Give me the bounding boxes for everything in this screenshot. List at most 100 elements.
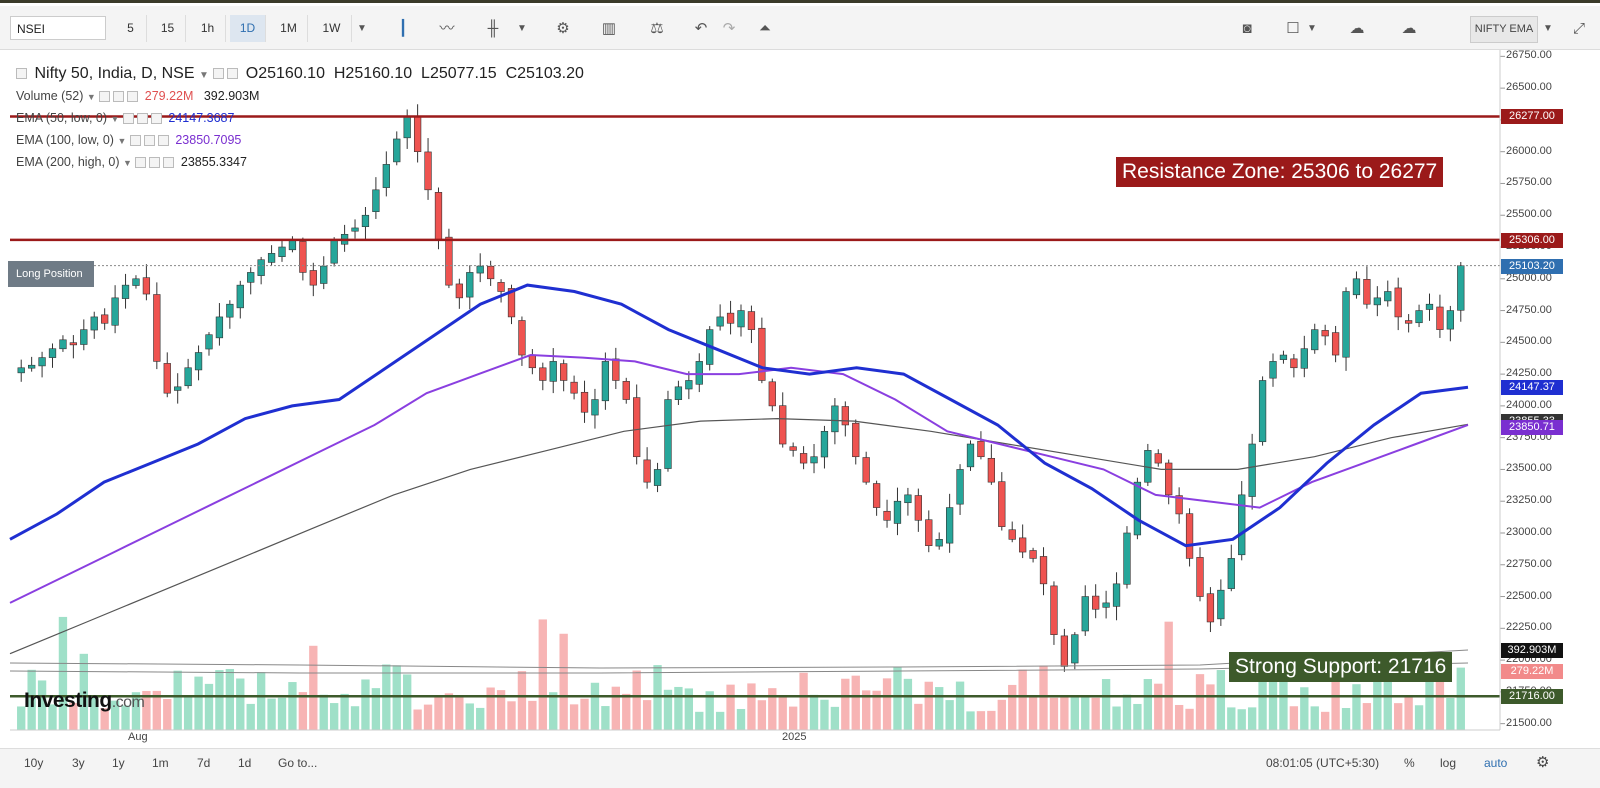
- volume-value-a: 279.22M: [144, 89, 194, 103]
- candle: [1092, 595, 1100, 610]
- ema200-settings-icon[interactable]: [149, 157, 161, 169]
- goto-button[interactable]: Go to...: [278, 753, 317, 773]
- price-axis-tick: 24750.00: [1506, 303, 1552, 316]
- ema50-settings-icon[interactable]: [136, 113, 148, 125]
- candle: [1039, 556, 1048, 585]
- volume-bar: [403, 674, 412, 730]
- ema50-eye-icon[interactable]: [122, 113, 134, 125]
- volume-bar: [580, 698, 589, 730]
- percent-toggle[interactable]: %: [1404, 753, 1415, 773]
- candle: [925, 519, 933, 547]
- ema100-eye-icon[interactable]: [129, 135, 141, 147]
- volume-bar: [1394, 703, 1403, 730]
- candle: [330, 240, 338, 264]
- candle: [28, 364, 36, 369]
- volume-bar: [642, 700, 652, 730]
- ema50-remove-icon[interactable]: [150, 113, 162, 125]
- candle: [820, 431, 829, 458]
- candle: [163, 363, 171, 394]
- volume-bar: [674, 686, 683, 730]
- long-position-marker[interactable]: Long Position: [8, 261, 94, 287]
- candle: [299, 241, 307, 273]
- legend: Nifty 50, India, D, NSE ▼ O25160.10 H251…: [16, 63, 584, 173]
- candle: [497, 282, 505, 292]
- candle: [257, 259, 265, 276]
- candle: [1457, 265, 1465, 311]
- ema100-remove-icon[interactable]: [157, 135, 169, 147]
- volume-bar: [1185, 708, 1194, 730]
- price-axis-tick: 23500.00: [1506, 462, 1552, 475]
- range-1m[interactable]: 1m: [152, 753, 169, 773]
- ema200-dropdown-icon[interactable]: ▼: [123, 158, 132, 168]
- range-1d[interactable]: 1d: [238, 753, 251, 773]
- volume-bar: [736, 708, 746, 730]
- volume-bar: [277, 697, 287, 730]
- volume-settings-icon[interactable]: [113, 91, 125, 103]
- volume-bar: [768, 688, 777, 730]
- candle: [560, 363, 568, 381]
- range-1y[interactable]: 1y: [112, 753, 125, 773]
- volume-bar: [715, 711, 725, 730]
- ema200-remove-icon[interactable]: [163, 157, 175, 169]
- volume-bar: [997, 699, 1006, 730]
- legend-ema200-row: EMA (200, high, 0) ▼ 23855.3347: [16, 151, 584, 173]
- candle: [1008, 529, 1016, 540]
- ema100-settings-icon[interactable]: [143, 135, 155, 147]
- volume-bar: [1206, 684, 1215, 730]
- volume-bar: [267, 698, 276, 730]
- eye-icon[interactable]: [213, 68, 225, 80]
- candle: [1425, 303, 1434, 310]
- volume-eye-icon[interactable]: [99, 91, 111, 103]
- candle: [174, 386, 182, 391]
- volume-bar: [1122, 694, 1132, 730]
- legend-dropdown-icon[interactable]: ▼: [199, 70, 209, 81]
- candle: [17, 367, 25, 374]
- candle: [111, 297, 119, 326]
- volume-bar: [601, 706, 610, 730]
- volume-bar: [1289, 706, 1299, 730]
- volume-bar: [757, 700, 767, 730]
- candle: [904, 494, 912, 504]
- candle: [236, 284, 244, 309]
- candle: [914, 495, 922, 521]
- resistance-annotation[interactable]: Resistance Zone: 25306 to 26277: [1116, 157, 1444, 187]
- volume-dropdown-icon[interactable]: ▼: [87, 92, 96, 102]
- candle: [1185, 513, 1194, 559]
- candle: [633, 397, 641, 458]
- ema200-value: 23855.3347: [180, 155, 247, 169]
- ema50-dropdown-icon[interactable]: ▼: [111, 114, 120, 124]
- auto-toggle[interactable]: auto: [1484, 753, 1507, 773]
- candle: [288, 240, 297, 251]
- volume-bar: [726, 684, 735, 730]
- range-7d[interactable]: 7d: [197, 753, 210, 773]
- candle: [549, 361, 557, 382]
- price-axis-tick: 21500.00: [1506, 716, 1552, 729]
- time-label-2025: 2025: [782, 731, 807, 743]
- log-toggle[interactable]: log: [1440, 753, 1456, 773]
- volume-bar: [476, 707, 485, 730]
- candle: [132, 278, 140, 286]
- candle: [466, 272, 474, 298]
- volume-remove-icon[interactable]: [127, 91, 139, 103]
- price-axis-tick: 22750.00: [1506, 557, 1552, 570]
- range-10y[interactable]: 10y: [24, 753, 43, 773]
- settings-gear-icon[interactable]: ⚙: [1536, 753, 1549, 773]
- collapse-icon[interactable]: [16, 68, 27, 80]
- settings-icon[interactable]: [227, 68, 239, 80]
- range-3y[interactable]: 3y: [72, 753, 85, 773]
- candle: [1248, 443, 1256, 497]
- price-axis-tick: 24500.00: [1506, 335, 1552, 348]
- ema100-dropdown-icon[interactable]: ▼: [117, 136, 126, 146]
- volume-bar: [413, 709, 422, 730]
- volume-bar: [434, 696, 443, 730]
- volume-bar: [329, 703, 339, 730]
- volume-bar: [455, 697, 464, 730]
- price-axis-tick: 23250.00: [1506, 494, 1552, 507]
- candle: [779, 405, 787, 445]
- volume-bar: [392, 665, 401, 730]
- ema200-eye-icon[interactable]: [135, 157, 147, 169]
- candle: [528, 354, 537, 369]
- candle: [487, 265, 495, 280]
- volume-b-tag: 392.903M: [1501, 643, 1563, 658]
- support-annotation[interactable]: Strong Support: 21716: [1229, 652, 1453, 682]
